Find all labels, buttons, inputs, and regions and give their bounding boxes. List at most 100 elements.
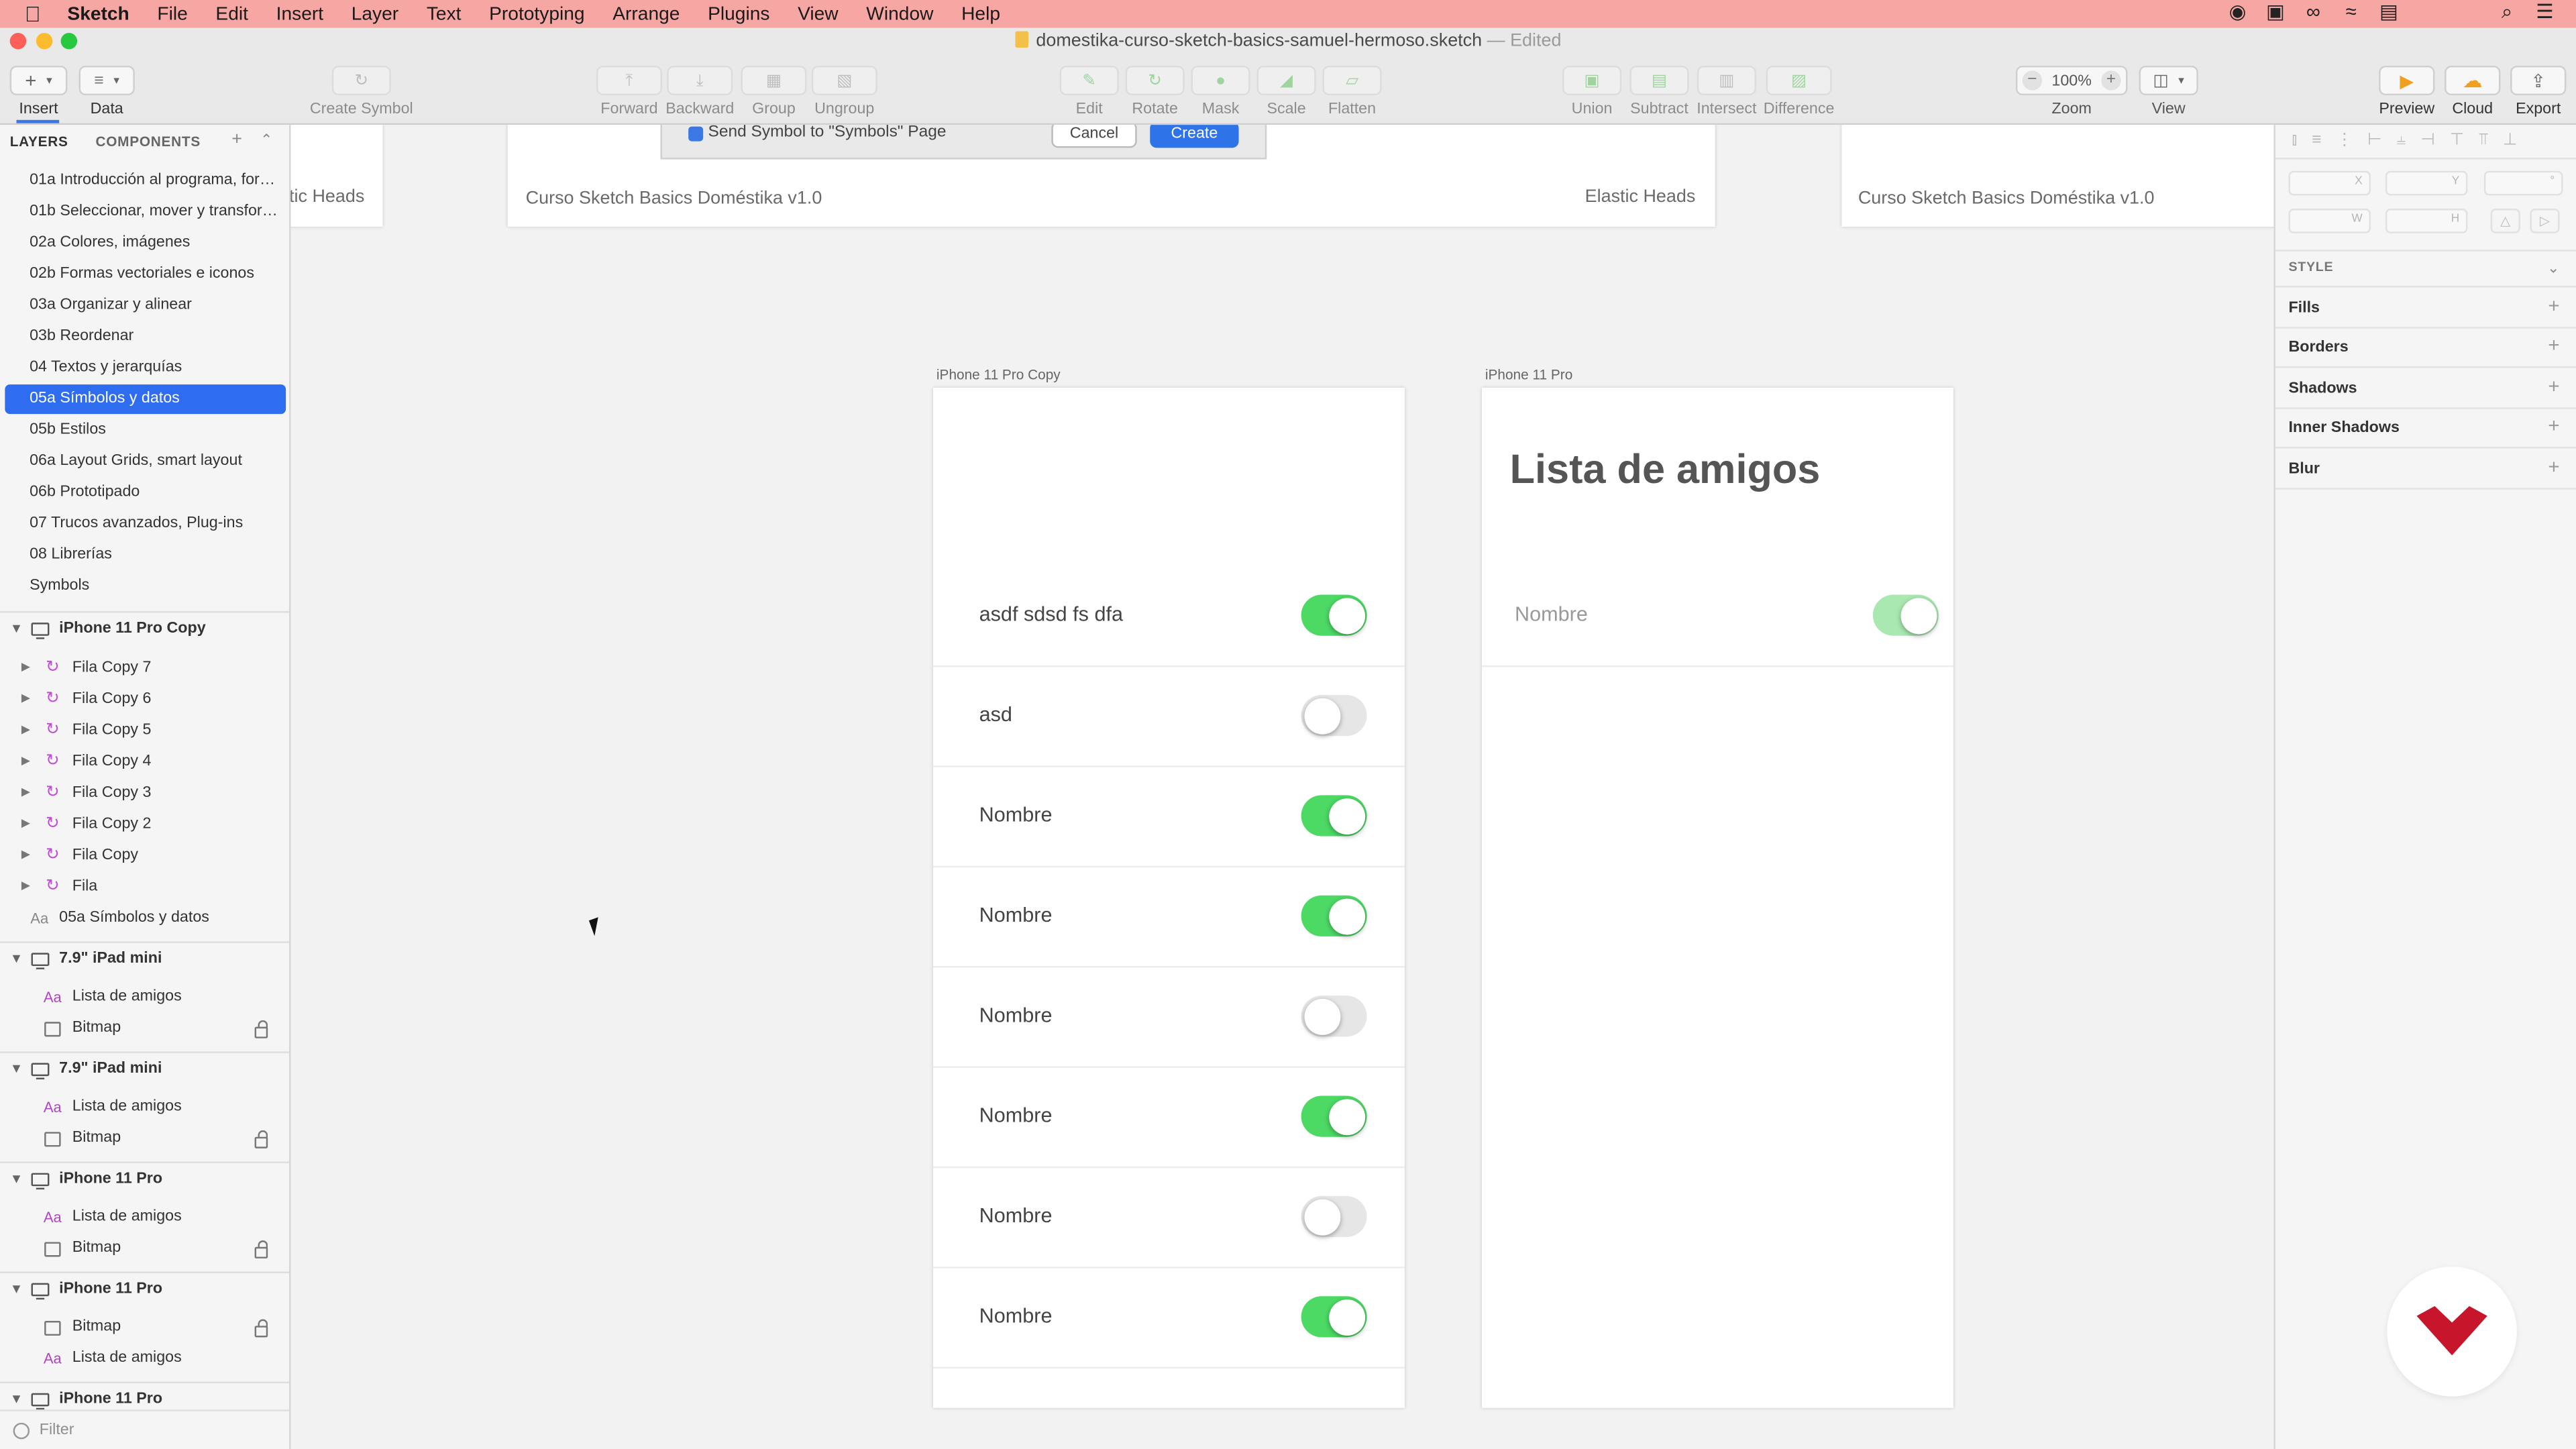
lock-icon[interactable] xyxy=(254,1319,268,1338)
layer-row[interactable]: Aa 05a Símbolos y datos xyxy=(0,904,289,935)
record-icon[interactable]: ◉ xyxy=(2226,1,2249,23)
layer-row[interactable]: ▶ ↻ Fila Copy 2 xyxy=(0,810,289,841)
list-row[interactable]: Nombre xyxy=(933,867,1405,968)
disclosure-triangle-icon[interactable]: ▶ xyxy=(21,848,30,861)
align-left-edge-icon[interactable]: ⊢ xyxy=(2367,131,2381,150)
page-item[interactable]: 04 Textos y jerarquías xyxy=(30,358,279,376)
page-item-selected[interactable]: 05a Símbolos y datos xyxy=(30,389,279,407)
artboard-iphone-11-pro[interactable]: Lista de amigos Nombre xyxy=(1481,387,1953,1408)
page-item[interactable]: 06b Prototipado xyxy=(30,483,279,501)
create-symbol-button[interactable]: ↻ xyxy=(331,65,391,96)
layer-row[interactable]: ▶ ↻ Fila xyxy=(0,872,289,904)
page-item[interactable]: 01b Seleccionar, mover y transformar xyxy=(30,202,279,220)
creative-cloud-icon[interactable]: ∞ xyxy=(2302,1,2324,23)
disclosure-triangle-icon[interactable]: ▼ xyxy=(10,621,23,636)
view-button[interactable]: ◫ ▾ xyxy=(2139,65,2198,96)
tab-layers[interactable]: LAYERS xyxy=(10,133,68,149)
align-bottom-icon[interactable]: ⊥ xyxy=(2503,131,2517,150)
screen-icon[interactable]: ▣ xyxy=(2264,1,2287,23)
align-top-icon[interactable]: ⊤ xyxy=(2450,131,2464,150)
menu-arrange[interactable]: Arrange xyxy=(612,4,680,23)
disclosure-triangle-icon[interactable]: ▼ xyxy=(10,1391,23,1406)
add-inner-shadow-icon[interactable]: + xyxy=(2548,414,2559,437)
menu-prototyping[interactable]: Prototyping xyxy=(489,4,585,23)
add-blur-icon[interactable]: + xyxy=(2548,455,2559,478)
slide-artboard[interactable]: Curso Sketch Basics Doméstika v1.0 xyxy=(1841,125,2274,227)
layer-row[interactable]: Aa Lista de amigos xyxy=(0,1203,289,1234)
list-row[interactable]: asdf sdsd fs dfa xyxy=(933,567,1405,667)
disclosure-triangle-icon[interactable]: ▶ xyxy=(21,786,30,798)
slide-artboard[interactable]: tic Heads xyxy=(290,125,383,227)
layer-row[interactable]: ▶ ↻ Fila Copy 6 xyxy=(0,685,289,716)
page-item[interactable]: 05b Estilos xyxy=(30,421,279,439)
y-field[interactable]: Y xyxy=(2385,170,2468,196)
list-icon[interactable]: ☰ xyxy=(2533,1,2556,23)
chevron-down-icon[interactable]: ⌄ xyxy=(2547,260,2559,278)
align-left-icon[interactable]: ≡ xyxy=(2312,131,2321,150)
rotation-field[interactable]: ° xyxy=(2483,170,2563,196)
layer-row[interactable]: Aa Lista de amigos xyxy=(0,1344,289,1375)
layer-row[interactable]: ▶ ↻ Fila Copy xyxy=(0,841,289,873)
height-field[interactable]: H xyxy=(2385,209,2468,233)
zoom-in-button[interactable]: + xyxy=(2101,70,2121,91)
menu-file[interactable]: File xyxy=(157,4,187,23)
layer-row[interactable]: Aa Lista de amigos xyxy=(0,983,289,1014)
flip-horizontal-icon[interactable]: △ xyxy=(2490,209,2520,233)
toggle-switch[interactable] xyxy=(1301,1095,1367,1137)
align-center-icon[interactable]: ⫨ xyxy=(2397,131,2406,150)
difference-button[interactable]: ▨ xyxy=(1766,65,1832,96)
canvas[interactable]: tic Heads Curso Sketch Basics Doméstika … xyxy=(290,125,2274,1449)
backward-button[interactable]: ⤓ xyxy=(667,65,733,96)
disclosure-triangle-icon[interactable]: ▼ xyxy=(10,1171,23,1186)
menu-layer[interactable]: Layer xyxy=(352,4,398,23)
blur-section[interactable]: Blur xyxy=(2288,460,2320,478)
align-middle-icon[interactable]: ⫪ xyxy=(2479,131,2488,150)
inner-shadows-section[interactable]: Inner Shadows xyxy=(2288,419,2399,437)
cloud-button[interactable]: ☁ xyxy=(2445,65,2501,96)
layer-row[interactable]: Bitmap xyxy=(0,1014,289,1045)
borders-section[interactable]: Borders xyxy=(2288,338,2348,356)
disclosure-triangle-icon[interactable]: ▼ xyxy=(10,1061,23,1076)
artboard-row[interactable]: ▼ 7.9" iPad mini xyxy=(0,1053,289,1089)
shadows-section[interactable]: Shadows xyxy=(2288,380,2357,398)
menu-help[interactable]: Help xyxy=(961,4,1000,23)
page-item[interactable]: 07 Trucos avanzados, Plug-ins xyxy=(30,515,279,533)
distribute-horizontal-icon[interactable]: ⫾ xyxy=(2292,131,2297,150)
edit-button[interactable]: ✎ xyxy=(1059,65,1119,96)
union-button[interactable]: ▣ xyxy=(1562,65,1622,96)
disclosure-triangle-icon[interactable]: ▼ xyxy=(10,1281,23,1296)
artboard-iphone-11-pro-copy[interactable]: asdf sdsd fs dfa asd Nombre Nombre Nombr… xyxy=(933,387,1405,1408)
lock-icon[interactable] xyxy=(254,1240,268,1258)
page-item[interactable]: 02b Formas vectoriales e iconos xyxy=(30,264,279,282)
layer-row[interactable]: ▶ ↻ Fila Copy 5 xyxy=(0,716,289,748)
menu-plugins[interactable]: Plugins xyxy=(708,4,769,23)
list-row[interactable]: Nombre xyxy=(933,1168,1405,1269)
add-shadow-icon[interactable]: + xyxy=(2548,374,2559,397)
disclosure-triangle-icon[interactable]: ▼ xyxy=(10,951,23,966)
forward-button[interactable]: ⤒ xyxy=(596,65,662,96)
width-field[interactable]: W xyxy=(2288,209,2371,233)
menu-window[interactable]: Window xyxy=(866,4,933,23)
filter-input[interactable]: Filter xyxy=(40,1421,74,1439)
more-icon[interactable]: ⋮ xyxy=(2337,131,2353,150)
fills-section[interactable]: Fills xyxy=(2288,299,2320,317)
send-to-symbols-checkbox[interactable] xyxy=(688,126,704,142)
toggle-switch[interactable] xyxy=(1301,795,1367,837)
disclosure-triangle-icon[interactable]: ▶ xyxy=(21,660,30,674)
layer-row[interactable]: ▶ ↻ Fila Copy 7 xyxy=(0,654,289,686)
insert-button[interactable]: + ▾ xyxy=(9,65,68,96)
toggle-switch[interactable] xyxy=(1301,996,1367,1037)
toggle-switch[interactable] xyxy=(1301,1195,1367,1238)
disclosure-triangle-icon[interactable]: ▶ xyxy=(21,692,30,704)
wifi-icon[interactable]: ≈ xyxy=(2339,1,2362,23)
cancel-button[interactable]: Cancel xyxy=(1051,125,1137,148)
page-item[interactable]: 01a Introducción al programa, form... xyxy=(30,171,279,189)
artboard-row[interactable]: ▼ iPhone 11 Pro Copy xyxy=(0,612,289,649)
mask-button[interactable]: ● xyxy=(1191,65,1250,96)
disclosure-triangle-icon[interactable]: ▶ xyxy=(21,879,30,892)
add-fill-icon[interactable]: + xyxy=(2548,294,2559,317)
align-right-edge-icon[interactable]: ⊣ xyxy=(2420,131,2434,150)
menu-view[interactable]: View xyxy=(798,4,839,23)
page-item[interactable]: Symbols xyxy=(30,577,279,595)
apple-icon[interactable]:  xyxy=(25,3,48,25)
